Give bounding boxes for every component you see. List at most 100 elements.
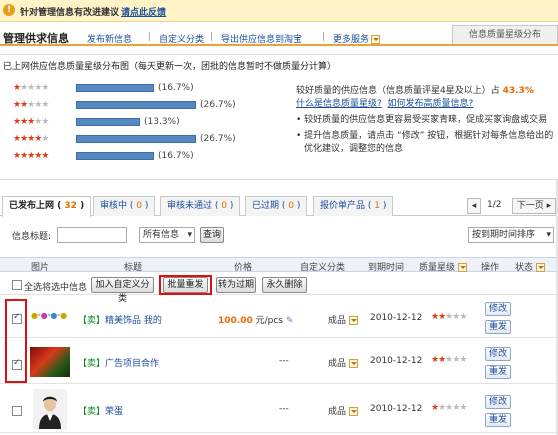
distribution-bar xyxy=(76,135,196,143)
star-rating-icon: ★★★★★ xyxy=(13,117,49,127)
star-rating-icon: ★★★★★ xyxy=(13,151,49,161)
col-status[interactable]: 状态 xyxy=(515,260,545,273)
info-type-select[interactable]: 所有信息 ▾ xyxy=(139,227,195,243)
tab-published[interactable]: 已发布上网 ( 32 ) xyxy=(2,196,92,217)
distribution-percent: (26.7%) xyxy=(200,100,236,110)
publish-new-link[interactable]: 发布新信息 xyxy=(87,32,132,45)
row-category[interactable]: 成品 xyxy=(328,404,358,417)
sort-dropdown-icon xyxy=(457,263,467,272)
summary-text: 较好质量的供应信息（信息质量评星4星及以上）占 xyxy=(296,86,500,96)
table-header: 图片 标题 价格 自定义分类 到期时间 质量星级 操作 状态 xyxy=(0,257,558,273)
sort-select[interactable]: 按到期时间排序 ▾ xyxy=(468,227,554,243)
resend-button[interactable]: 重发 xyxy=(485,365,511,379)
add-custom-category-button[interactable]: 加入自定义分类 xyxy=(91,277,154,304)
distribution-bar xyxy=(76,84,154,92)
feedback-link[interactable]: 请点此反馈 xyxy=(121,5,166,18)
status-tabs: 已发布上网 ( 32 ) 审核中 ( 0 ) 审核未通过 ( 0 ) 已过期 (… xyxy=(0,196,558,217)
col-expire: 到期时间 xyxy=(368,263,405,273)
chevron-down-icon: ▾ xyxy=(546,230,551,240)
distribution-percent: (16.7%) xyxy=(158,83,194,93)
what-is-star-link[interactable]: 什么是信息质量星级? xyxy=(296,99,382,109)
tab-count: 0 xyxy=(288,201,294,211)
product-thumbnail[interactable] xyxy=(30,347,70,377)
edit-button[interactable]: 修改 xyxy=(485,347,511,361)
star-rating-icon: ★★★★★ xyxy=(13,100,49,110)
sort-dropdown-icon xyxy=(535,263,545,272)
row-title[interactable]: 【卖】广告项目合作 xyxy=(78,356,159,369)
col-quality-label: 质量星级 xyxy=(419,263,456,273)
tab-rejected[interactable]: 审核未通过 ( 0 ) xyxy=(160,196,241,216)
tab-label: 已发布上网 xyxy=(9,201,55,211)
tab-quote-products[interactable]: 报价单产品 ( 1 ) xyxy=(313,196,394,216)
panel-heading: 已上网供应信息质量星级分布图（每天更新一次，团批的信息暂时不做质量分计算） xyxy=(3,62,337,72)
tab-star-distribution[interactable]: 信息质量星级分布 xyxy=(452,25,558,44)
row-type: 【卖】 xyxy=(78,407,106,417)
delete-permanently-button[interactable]: 永久删除 xyxy=(262,277,307,293)
price-unit: 元/pcs xyxy=(255,316,283,326)
chevron-down-icon xyxy=(371,35,381,44)
divider: | xyxy=(210,32,214,42)
resend-button[interactable]: 重发 xyxy=(485,413,511,427)
star-distribution-row: ★★★★★ (16.7%) xyxy=(13,82,283,94)
product-thumbnail[interactable]: ●•●•●•● xyxy=(31,310,69,322)
star-distribution-row: ★★★★★ (26.7%) xyxy=(13,133,283,145)
title-search-input[interactable] xyxy=(57,227,127,243)
feedback-notice-bar: ! 针对管理信息有改进建议 请点此反馈 xyxy=(0,0,558,22)
star-distribution-panel: 已上网供应信息质量星级分布图（每天更新一次，团批的信息暂时不做质量分计算） 较好… xyxy=(0,54,558,180)
mark-expired-button[interactable]: 转为过期 xyxy=(216,277,256,293)
bullet-2-text: 提升信息质量，请点击 “修改” 按钮，根据针对每条信息给出的优化建议，调整您的信… xyxy=(304,131,554,154)
more-services-link[interactable]: 更多服务 xyxy=(333,32,381,45)
select-all-checkbox[interactable] xyxy=(12,280,22,290)
query-button[interactable]: 查询 xyxy=(200,227,224,243)
row-category[interactable]: 成品 xyxy=(328,356,358,369)
tab-count: 0 xyxy=(136,201,142,211)
row-checkbox[interactable] xyxy=(12,406,22,416)
table-row: 【卖】荣蛋 --- 成品 2010-12-12 ★★★★★ 修改 重发 xyxy=(0,385,558,433)
custom-category-link[interactable]: 自定义分类 xyxy=(159,32,204,45)
chevron-down-icon xyxy=(348,407,358,416)
edit-button[interactable]: 修改 xyxy=(485,395,511,409)
distribution-percent: (26.7%) xyxy=(200,134,236,144)
next-page-button[interactable]: 下一页 ▸ xyxy=(512,198,556,214)
col-operation: 操作 xyxy=(481,263,500,273)
star-distribution-row: ★★★★★ (16.7%) xyxy=(13,150,283,162)
price-value: 100.00 xyxy=(218,316,253,326)
tab-count: 32 xyxy=(64,201,77,211)
row-type: 【卖】 xyxy=(78,316,106,326)
chevron-down-icon xyxy=(348,316,358,325)
prev-page-button[interactable]: ◂ xyxy=(467,198,481,214)
warning-icon: ! xyxy=(3,4,15,16)
edit-price-icon[interactable]: ✎ xyxy=(286,316,294,326)
tab-reviewing[interactable]: 审核中 ( 0 ) xyxy=(93,196,156,216)
row-price: --- xyxy=(279,356,289,366)
resend-button[interactable]: 重发 xyxy=(485,320,511,334)
product-thumbnail[interactable] xyxy=(33,389,67,429)
highlight-box xyxy=(5,299,27,383)
row-title[interactable]: 【卖】精美饰品 我的 xyxy=(78,313,162,326)
more-services-label: 更多服务 xyxy=(333,35,370,45)
row-expire: 2010-12-12 xyxy=(370,404,423,414)
page-header: 管理供求信息 发布新信息 | 自定义分类 | 导出供应信息到淘宝 | 更多服务 … xyxy=(0,25,558,46)
summary-percent: 43.3% xyxy=(502,86,534,96)
tab-expired[interactable]: 已过期 ( 0 ) xyxy=(245,196,308,216)
edit-button[interactable]: 修改 xyxy=(485,302,511,316)
row-title[interactable]: 【卖】荣蛋 xyxy=(78,404,123,417)
row-expire: 2010-12-12 xyxy=(370,313,423,323)
bullet-2: • 提升信息质量，请点击 “修改” 按钮，根据针对每条信息给出的优化建议，调整您… xyxy=(296,131,554,154)
sort-value: 按到期时间排序 xyxy=(472,230,536,240)
row-stars: ★★★★★ xyxy=(431,355,467,365)
table-row: ●•●•●•● 【卖】精美饰品 我的 100.00 元/pcs ✎ 成品 201… xyxy=(0,296,558,338)
row-title-text: 精美饰品 我的 xyxy=(105,316,162,326)
notice-text: 针对管理信息有改进建议 xyxy=(20,8,120,18)
star-distribution-row: ★★★★★ (26.7%) xyxy=(13,99,283,111)
star-distribution-row: ★★★★★ (13.3%) xyxy=(13,116,283,128)
row-category[interactable]: 成品 xyxy=(328,313,358,326)
col-image: 图片 xyxy=(31,263,50,273)
row-title-text: 荣蛋 xyxy=(105,407,124,417)
row-title-text: 广告项目合作 xyxy=(105,359,160,369)
how-to-publish-link[interactable]: 如何发布高质量信息? xyxy=(388,99,474,109)
tab-label: 审核未通过 xyxy=(167,201,213,211)
col-title: 标题 xyxy=(124,263,143,273)
col-quality[interactable]: 质量星级 xyxy=(419,260,467,273)
export-taobao-link[interactable]: 导出供应信息到淘宝 xyxy=(221,32,302,45)
